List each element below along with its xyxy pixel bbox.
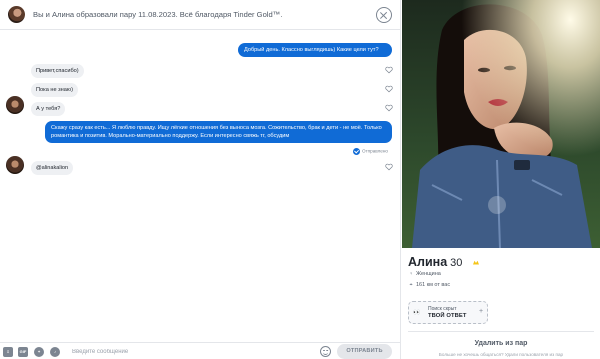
- hidden-search-promo[interactable]: 👀 Поиск скрыт ТВОЙ ОТВЕТ +: [408, 301, 488, 324]
- match-avatar[interactable]: [6, 156, 24, 174]
- unmatch-description: Больше не хочешь общаться? Удали пользов…: [438, 352, 564, 357]
- gif-button[interactable]: GIF: [18, 347, 28, 357]
- profile-age: 30: [450, 257, 463, 269]
- unmatch-button[interactable]: Удалить из пар: [402, 340, 600, 347]
- profile-photo-image: [402, 0, 600, 248]
- message-bubble-outgoing: Скажу сразу как есть... Я люблю правду. …: [45, 121, 392, 144]
- gold-badge-icon: [473, 260, 479, 265]
- plus-icon: +: [479, 308, 484, 315]
- message-bubble-outgoing: Добрый день. Классно выглядишь) Какие це…: [238, 43, 392, 58]
- chat-header: Вы и Алина образовали пару 11.08.2023. В…: [0, 0, 401, 30]
- sent-check-icon: [353, 148, 360, 155]
- profile-gender: ♀ Женщина: [408, 271, 441, 277]
- message-bubble-incoming: А у тебя?: [31, 102, 66, 117]
- match-avatar[interactable]: [8, 6, 25, 23]
- profile-distance-text: 161 км от вас: [416, 282, 451, 288]
- message-bubble-incoming: Привет,спасибо): [31, 64, 84, 79]
- gender-icon: ♀: [408, 271, 414, 277]
- emoji-icon[interactable]: [320, 346, 331, 357]
- heart-icon[interactable]: [385, 104, 393, 112]
- divider: [408, 331, 594, 332]
- gif-label: GIF: [19, 349, 27, 354]
- message-input[interactable]: [72, 344, 312, 359]
- eyes-icon: 👀: [413, 310, 421, 316]
- match-info-text: Вы и Алина образовали пару 11.08.2023. В…: [33, 10, 283, 19]
- profile-name: Алина 30: [408, 255, 462, 269]
- sticker-icon[interactable]: ✦: [34, 347, 44, 357]
- message-composer: ⇩ GIF ✦ ♪ ОТПРАВИТЬ: [0, 342, 401, 359]
- sent-status: Отправлено: [353, 148, 388, 155]
- profile-distance: ⌖ 161 км от вас: [408, 282, 450, 289]
- profile-gender-text: Женщина: [416, 271, 441, 277]
- location-icon: ⌖: [409, 282, 413, 288]
- message-bubble-incoming: @alinakalion: [31, 161, 74, 176]
- promo-small-text: Поиск скрыт: [428, 306, 457, 312]
- profile-pane: Алина 30 ♀ Женщина ⌖ 161 км от вас 👀 Поиск …: [402, 0, 600, 359]
- send-button[interactable]: ОТПРАВИТЬ: [337, 344, 392, 359]
- sent-status-label: Отправлено: [362, 148, 388, 154]
- close-icon[interactable]: [376, 7, 392, 23]
- profile-photo[interactable]: [402, 0, 600, 248]
- chat-pane: Вы и Алина образовали пару 11.08.2023. В…: [0, 0, 401, 359]
- message-bubble-incoming: Пока не знаю): [31, 83, 78, 98]
- music-icon[interactable]: ♪: [50, 347, 60, 357]
- profile-name-text: Алина: [408, 255, 448, 269]
- promo-big-text: ТВОЙ ОТВЕТ: [428, 313, 467, 319]
- heart-icon[interactable]: [385, 85, 393, 93]
- heart-icon[interactable]: [385, 66, 393, 74]
- attach-icon[interactable]: ⇩: [3, 347, 13, 357]
- match-avatar[interactable]: [6, 96, 24, 114]
- heart-icon[interactable]: [385, 163, 393, 171]
